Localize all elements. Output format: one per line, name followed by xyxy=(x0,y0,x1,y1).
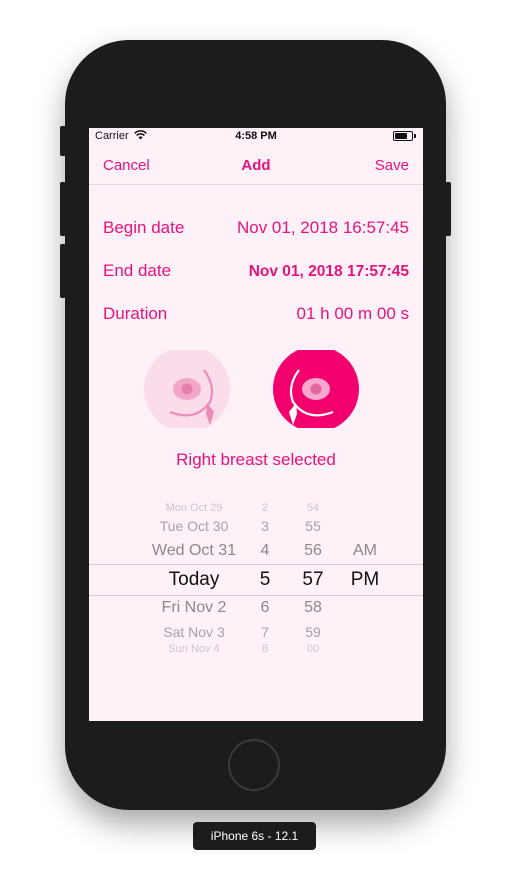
right-breast-button[interactable] xyxy=(273,350,359,428)
picker-hour-item[interactable]: 7 xyxy=(251,624,279,640)
status-time: 4:58 PM xyxy=(235,130,277,142)
mute-switch xyxy=(60,126,66,156)
picker-date-item[interactable]: Tue Oct 30 xyxy=(119,518,269,534)
picker-hour-item[interactable]: 2 xyxy=(251,502,279,514)
picker-hour-item[interactable]: 4 xyxy=(251,542,279,560)
duration-row: Duration 01 h 00 m 00 s xyxy=(103,304,409,326)
navigation-bar: Cancel Add Save xyxy=(89,144,423,185)
volume-down-button xyxy=(60,244,66,298)
picker-hour-column[interactable]: 2 3 4 5 6 7 8 xyxy=(251,494,279,659)
end-date-value: Nov 01, 2018 17:57:45 xyxy=(248,263,409,280)
page-title: Add xyxy=(241,157,271,174)
picker-minute-item[interactable]: 55 xyxy=(297,518,329,534)
save-button[interactable]: Save xyxy=(375,157,409,174)
picker-minute-item-selected[interactable]: 57 xyxy=(297,569,329,591)
picker-minute-column[interactable]: 54 55 56 57 58 59 00 xyxy=(297,494,329,659)
picker-date-item[interactable]: Wed Oct 31 xyxy=(119,542,269,560)
picker-date-item[interactable]: Fri Nov 2 xyxy=(119,599,269,617)
picker-ampm-item-selected[interactable]: PM xyxy=(345,569,385,591)
picker-hour-item-selected[interactable]: 5 xyxy=(251,569,279,591)
battery-icon xyxy=(393,131,416,141)
begin-date-row[interactable]: Begin date Nov 01, 2018 16:57:45 xyxy=(103,218,409,240)
end-date-label: End date xyxy=(103,261,172,280)
cancel-button[interactable]: Cancel xyxy=(103,157,150,174)
duration-label: Duration xyxy=(103,304,168,323)
date-time-picker[interactable]: Mon Oct 29 Tue Oct 30 Wed Oct 31 Today F… xyxy=(89,494,423,659)
picker-date-item[interactable]: Sat Nov 3 xyxy=(119,624,269,640)
end-date-row[interactable]: End date Nov 01, 2018 17:57:45 xyxy=(103,261,409,283)
selection-status-text: Right breast selected xyxy=(176,450,336,469)
picker-minute-item[interactable]: 56 xyxy=(297,542,329,560)
power-button xyxy=(445,182,451,236)
picker-minute-item[interactable]: 00 xyxy=(297,643,329,655)
picker-minute-item[interactable]: 58 xyxy=(297,599,329,617)
begin-date-label: Begin date xyxy=(103,218,185,237)
picker-date-item[interactable]: Sun Nov 4 xyxy=(119,643,269,655)
app-screen: Carrier 4:58 PM Cancel Add Save Begin da… xyxy=(89,128,423,721)
device-label: iPhone 6s - 12.1 xyxy=(193,822,316,850)
picker-date-column[interactable]: Mon Oct 29 Tue Oct 30 Wed Oct 31 Today F… xyxy=(119,494,269,659)
picker-minute-item[interactable]: 59 xyxy=(297,624,329,640)
duration-value: 01 h 00 m 00 s xyxy=(296,304,409,323)
picker-date-item-selected[interactable]: Today xyxy=(119,569,269,591)
picker-hour-item[interactable]: 6 xyxy=(251,599,279,617)
home-button[interactable] xyxy=(228,739,280,791)
picker-ampm-item[interactable]: AM xyxy=(345,542,385,560)
picker-date-item[interactable]: Mon Oct 29 xyxy=(119,502,269,514)
picker-ampm-column[interactable]: AM PM xyxy=(345,494,385,659)
begin-date-value: Nov 01, 2018 16:57:45 xyxy=(236,218,409,237)
volume-up-button xyxy=(60,182,66,236)
picker-minute-item[interactable]: 54 xyxy=(297,502,329,514)
picker-hour-item[interactable]: 8 xyxy=(251,643,279,655)
left-breast-button[interactable] xyxy=(144,350,230,428)
status-bar: Carrier 4:58 PM xyxy=(89,128,423,144)
picker-hour-item[interactable]: 3 xyxy=(251,518,279,534)
